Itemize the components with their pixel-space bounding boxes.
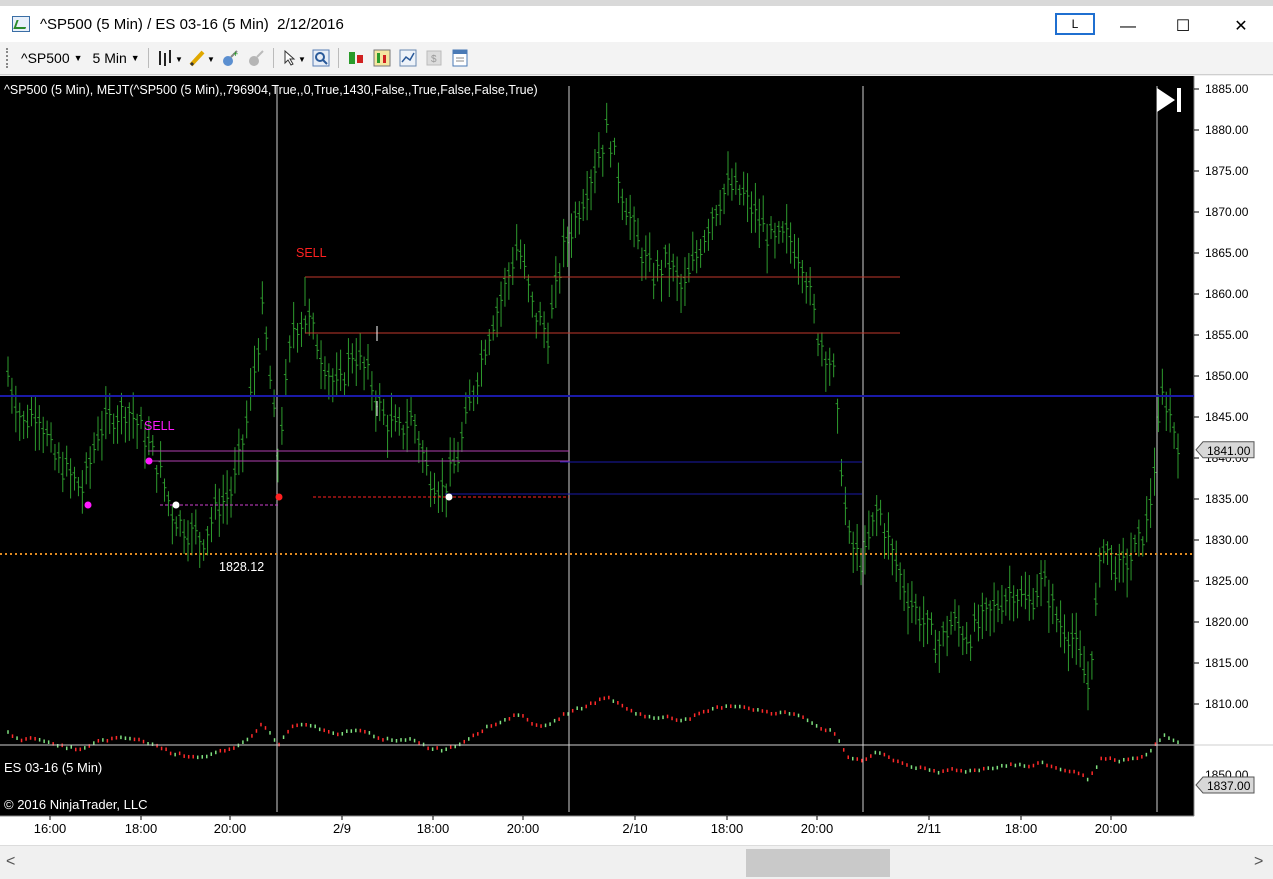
svg-text:$: $ [431, 54, 437, 65]
scroll-left-icon[interactable]: < [6, 853, 15, 871]
time-tick-label: 18:00 [1005, 821, 1038, 836]
price-tick-label: 1865.00 [1205, 246, 1249, 260]
svg-text:▼: ▼ [298, 55, 306, 64]
data-box-icon[interactable] [373, 49, 391, 67]
price-tick-label: 1855.00 [1205, 328, 1249, 342]
price-tick-label: 1880.00 [1205, 123, 1249, 137]
pointer-icon[interactable]: ▼ [282, 49, 306, 67]
chevron-down-icon: ▼ [130, 53, 140, 63]
time-tick-label: 2/9 [333, 821, 351, 836]
price-tick-label: 1825.00 [1205, 574, 1249, 588]
price-chart[interactable]: ^SP500 (5 Min), MEJT(^SP500 (5 Min),,796… [0, 76, 1273, 845]
maximize-button[interactable]: ☐ [1160, 12, 1206, 42]
time-tick-label: 18:00 [417, 821, 450, 836]
time-tick-label: 18:00 [125, 821, 158, 836]
price-tick-label: 1875.00 [1205, 164, 1249, 178]
svg-text:+: + [233, 49, 238, 59]
signal-dot [445, 493, 453, 501]
chart-toolbar: ^SP500 ▼ 5 Min ▼ ▼ ▼ + ▼ $ [0, 42, 1273, 75]
scroll-thumb[interactable] [746, 849, 890, 877]
jump-to-end-icon [1177, 88, 1181, 112]
link-button[interactable]: L [1055, 13, 1095, 35]
price-tick-label: 1850.00 [1205, 369, 1249, 383]
time-tick-label: 16:00 [34, 821, 67, 836]
time-tick-label: 20:00 [214, 821, 247, 836]
chart-canvas[interactable]: ^SP500 (5 Min), MEJT(^SP500 (5 Min),,796… [0, 76, 1273, 845]
lower-last-price-label: 1837.00 [1207, 779, 1251, 793]
price-tick-label: 1845.00 [1205, 410, 1249, 424]
window-title: ^SP500 (5 Min) / ES 03-16 (5 Min) 2/12/2… [40, 15, 344, 33]
zoom-icon[interactable] [312, 49, 330, 67]
remove-indicator-icon[interactable] [247, 49, 265, 67]
svg-text:▼: ▼ [207, 55, 215, 64]
time-tick-label: 20:00 [801, 821, 834, 836]
low-price-label: 1828.12 [219, 560, 264, 574]
lower-panel-label: ES 03-16 (5 Min) [4, 760, 102, 775]
signal-dot [275, 493, 283, 501]
price-tick-label: 1810.00 [1205, 697, 1249, 711]
interval-selector[interactable]: 5 Min ▼ [93, 50, 140, 66]
title-bar: ^SP500 (5 Min) / ES 03-16 (5 Min) 2/12/2… [0, 6, 1273, 42]
last-price-label: 1841.00 [1207, 444, 1251, 458]
price-tick-label: 1815.00 [1205, 656, 1249, 670]
time-tick-label: 2/10 [622, 821, 647, 836]
price-tick-label: 1870.00 [1205, 205, 1249, 219]
add-indicator-icon[interactable]: + [221, 49, 239, 67]
chart-trader-icon[interactable] [399, 49, 417, 67]
toolbar-separator [337, 48, 339, 68]
time-tick-label: 20:00 [507, 821, 540, 836]
bar-style-icon[interactable]: ▼ [157, 49, 183, 67]
minimize-button[interactable]: — [1105, 12, 1151, 42]
toolbar-grip[interactable] [6, 48, 11, 68]
time-tick-label: 20:00 [1095, 821, 1128, 836]
instrument-label: ^SP500 [21, 50, 70, 66]
time-tick-label: 18:00 [711, 821, 744, 836]
toolbar-separator [147, 48, 149, 68]
chart-app-icon [12, 16, 30, 32]
sell-signal-label: SELL [144, 419, 175, 433]
chevron-down-icon: ▼ [73, 53, 83, 63]
signal-dot [84, 501, 92, 509]
toolbar-separator [272, 48, 274, 68]
scroll-right-icon[interactable]: > [1254, 853, 1263, 871]
sell-signal-label: SELL [296, 246, 327, 260]
signal-dot [145, 457, 153, 465]
indicator-label: ^SP500 (5 Min), MEJT(^SP500 (5 Min),,796… [4, 83, 538, 97]
price-tick-label: 1860.00 [1205, 287, 1249, 301]
strategy-icon[interactable] [347, 49, 365, 67]
copyright-label: © 2016 NinjaTrader, LLC [4, 797, 148, 812]
price-tick-label: 1885.00 [1205, 82, 1249, 96]
signal-dot [172, 501, 180, 509]
horizontal-scrollbar[interactable]: < > [0, 845, 1273, 879]
properties-icon[interactable] [451, 49, 469, 67]
drawing-pencil-icon[interactable]: ▼ [189, 49, 215, 67]
instrument-selector[interactable]: ^SP500 ▼ [21, 50, 83, 66]
svg-text:▼: ▼ [175, 55, 183, 64]
price-tick-label: 1830.00 [1205, 533, 1249, 547]
interval-label: 5 Min [92, 50, 127, 66]
close-button[interactable]: ✕ [1218, 12, 1264, 42]
money-icon[interactable]: $ [425, 49, 443, 67]
price-tick-label: 1820.00 [1205, 615, 1249, 629]
time-tick-label: 2/11 [917, 821, 941, 836]
price-tick-label: 1835.00 [1205, 492, 1249, 506]
